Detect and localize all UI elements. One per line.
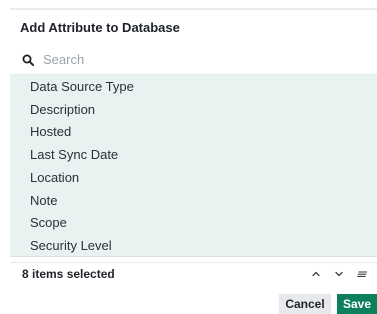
dialog-title: Add Attribute to Database (20, 20, 180, 35)
list-item[interactable]: Note (10, 189, 377, 212)
chevron-down-icon[interactable] (334, 269, 344, 279)
attribute-list: Data Source Type Description Hosted Last… (10, 75, 377, 257)
list-item[interactable]: Scope (10, 212, 377, 235)
chevron-up-icon[interactable] (311, 269, 321, 279)
cancel-button[interactable]: Cancel (279, 294, 331, 314)
list-item[interactable]: Description (10, 98, 377, 121)
page: Add Attribute to Database Data Source Ty… (0, 0, 377, 314)
dialog-top-divider (10, 8, 377, 10)
selected-count: 8 items selected (22, 266, 115, 281)
footer-controls (311, 263, 367, 285)
search-icon (22, 54, 34, 66)
list-item[interactable]: Data Source Type (10, 75, 377, 98)
filter-lines-icon[interactable] (357, 269, 367, 279)
list-item[interactable]: Hosted (10, 121, 377, 144)
search-input[interactable] (43, 52, 343, 67)
search-bar[interactable] (10, 45, 377, 75)
dialog-actions: Cancel Save (279, 294, 377, 314)
list-item[interactable]: Location (10, 166, 377, 189)
add-attribute-dialog: Add Attribute to Database Data Source Ty… (0, 0, 377, 314)
selection-footer: 8 items selected (10, 262, 377, 284)
list-item[interactable]: Last Sync Date (10, 143, 377, 166)
list-item[interactable]: Security Level (10, 234, 377, 257)
save-button[interactable]: Save (337, 294, 377, 314)
